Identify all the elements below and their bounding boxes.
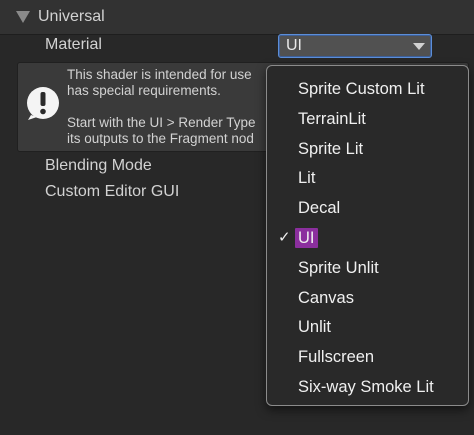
help-text-line: its outputs to the Fragment nod bbox=[67, 131, 254, 146]
blending-mode-label: Blending Mode bbox=[45, 157, 152, 174]
warning-icon bbox=[27, 87, 59, 120]
material-dropdown[interactable]: UI bbox=[278, 34, 432, 58]
menu-item-label: Sprite Unlit bbox=[298, 258, 379, 277]
menu-item-six-way-smoke-lit[interactable]: Six-way Smoke Lit bbox=[267, 373, 468, 401]
menu-item-label: Sprite Lit bbox=[298, 139, 364, 158]
menu-item-label: TerrainLit bbox=[298, 109, 366, 128]
material-dropdown-menu: Sprite Custom Lit TerrainLit Sprite Lit … bbox=[266, 65, 469, 406]
help-text-line: Start with the UI > Render Type bbox=[67, 115, 256, 130]
menu-item-sprite-lit[interactable]: Sprite Lit bbox=[267, 135, 468, 163]
menu-item-label: Lit bbox=[298, 169, 316, 188]
menu-item-terrainlit[interactable]: TerrainLit bbox=[267, 105, 468, 133]
menu-item-sprite-custom-lit[interactable]: Sprite Custom Lit bbox=[267, 75, 468, 103]
checkmark-icon: ✓ bbox=[278, 229, 291, 246]
menu-item-label: Six-way Smoke Lit bbox=[298, 378, 434, 396]
universal-foldout-header[interactable]: Universal bbox=[0, 0, 474, 35]
foldout-triangle-icon[interactable] bbox=[16, 11, 30, 23]
menu-item-decal[interactable]: Decal bbox=[267, 194, 468, 222]
custom-editor-gui-label: Custom Editor GUI bbox=[45, 183, 180, 200]
menu-item-label: Canvas bbox=[298, 288, 354, 307]
menu-item-lit[interactable]: Lit bbox=[267, 164, 468, 192]
menu-item-label: Sprite Custom Lit bbox=[298, 80, 425, 98]
chevron-down-icon[interactable] bbox=[413, 43, 425, 50]
menu-item-sprite-unlit[interactable]: Sprite Unlit bbox=[267, 254, 468, 282]
material-selected-value: UI bbox=[286, 37, 302, 54]
menu-item-label: Fullscreen bbox=[298, 348, 375, 367]
menu-item-label: Decal bbox=[298, 199, 341, 218]
section-title: Universal bbox=[38, 8, 105, 25]
help-text-line: This shader is intended for use bbox=[67, 67, 252, 82]
inspector-panel: Universal Material This shader is intend… bbox=[0, 0, 474, 435]
material-label: Material bbox=[45, 36, 102, 53]
menu-item-canvas[interactable]: Canvas bbox=[267, 284, 468, 312]
menu-item-label: Unlit bbox=[298, 318, 332, 337]
menu-item-label: UI bbox=[295, 228, 318, 248]
menu-item-ui[interactable]: ✓ UI bbox=[267, 224, 468, 252]
menu-item-unlit[interactable]: Unlit bbox=[267, 313, 468, 341]
menu-item-fullscreen[interactable]: Fullscreen bbox=[267, 343, 468, 371]
help-text-line: has special requirements. bbox=[67, 83, 221, 98]
